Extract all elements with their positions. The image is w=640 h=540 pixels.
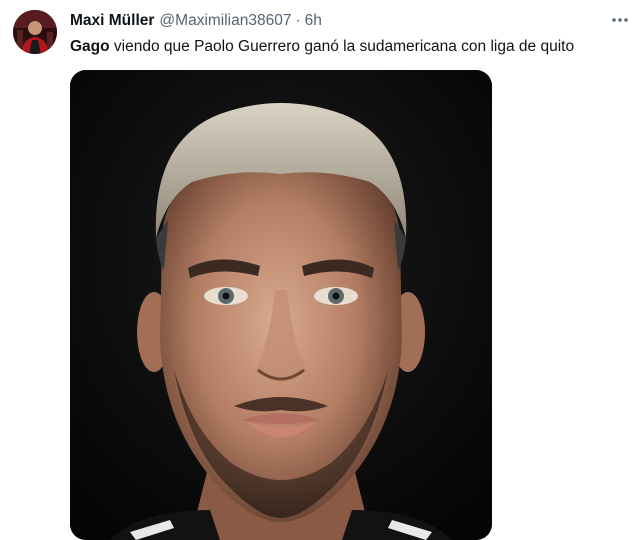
avatar[interactable] xyxy=(13,10,57,54)
more-options-button[interactable] xyxy=(608,10,632,30)
user-handle[interactable]: @Maximilian38607 xyxy=(159,11,291,31)
more-horizontal-icon xyxy=(612,18,628,22)
display-name[interactable]: Maxi Müller xyxy=(70,11,154,31)
separator-dot: · xyxy=(295,12,301,29)
tweet-media-photo[interactable] xyxy=(70,70,492,540)
tweet-text-bold: Gago xyxy=(70,38,110,55)
portrait-image xyxy=(70,70,492,540)
tweet-text: Gago viendo que Paolo Guerrero ganó la s… xyxy=(70,37,574,57)
timestamp[interactable]: 6h xyxy=(305,11,322,31)
tweet-card[interactable]: Maxi Müller @Maximilian38607 · 6h Gago v… xyxy=(0,0,640,540)
avatar-image xyxy=(13,10,57,54)
tweet-header: Maxi Müller @Maximilian38607 · 6h xyxy=(70,10,322,32)
tweet-text-body: viendo que Paolo Guerrero ganó la sudame… xyxy=(109,38,575,55)
